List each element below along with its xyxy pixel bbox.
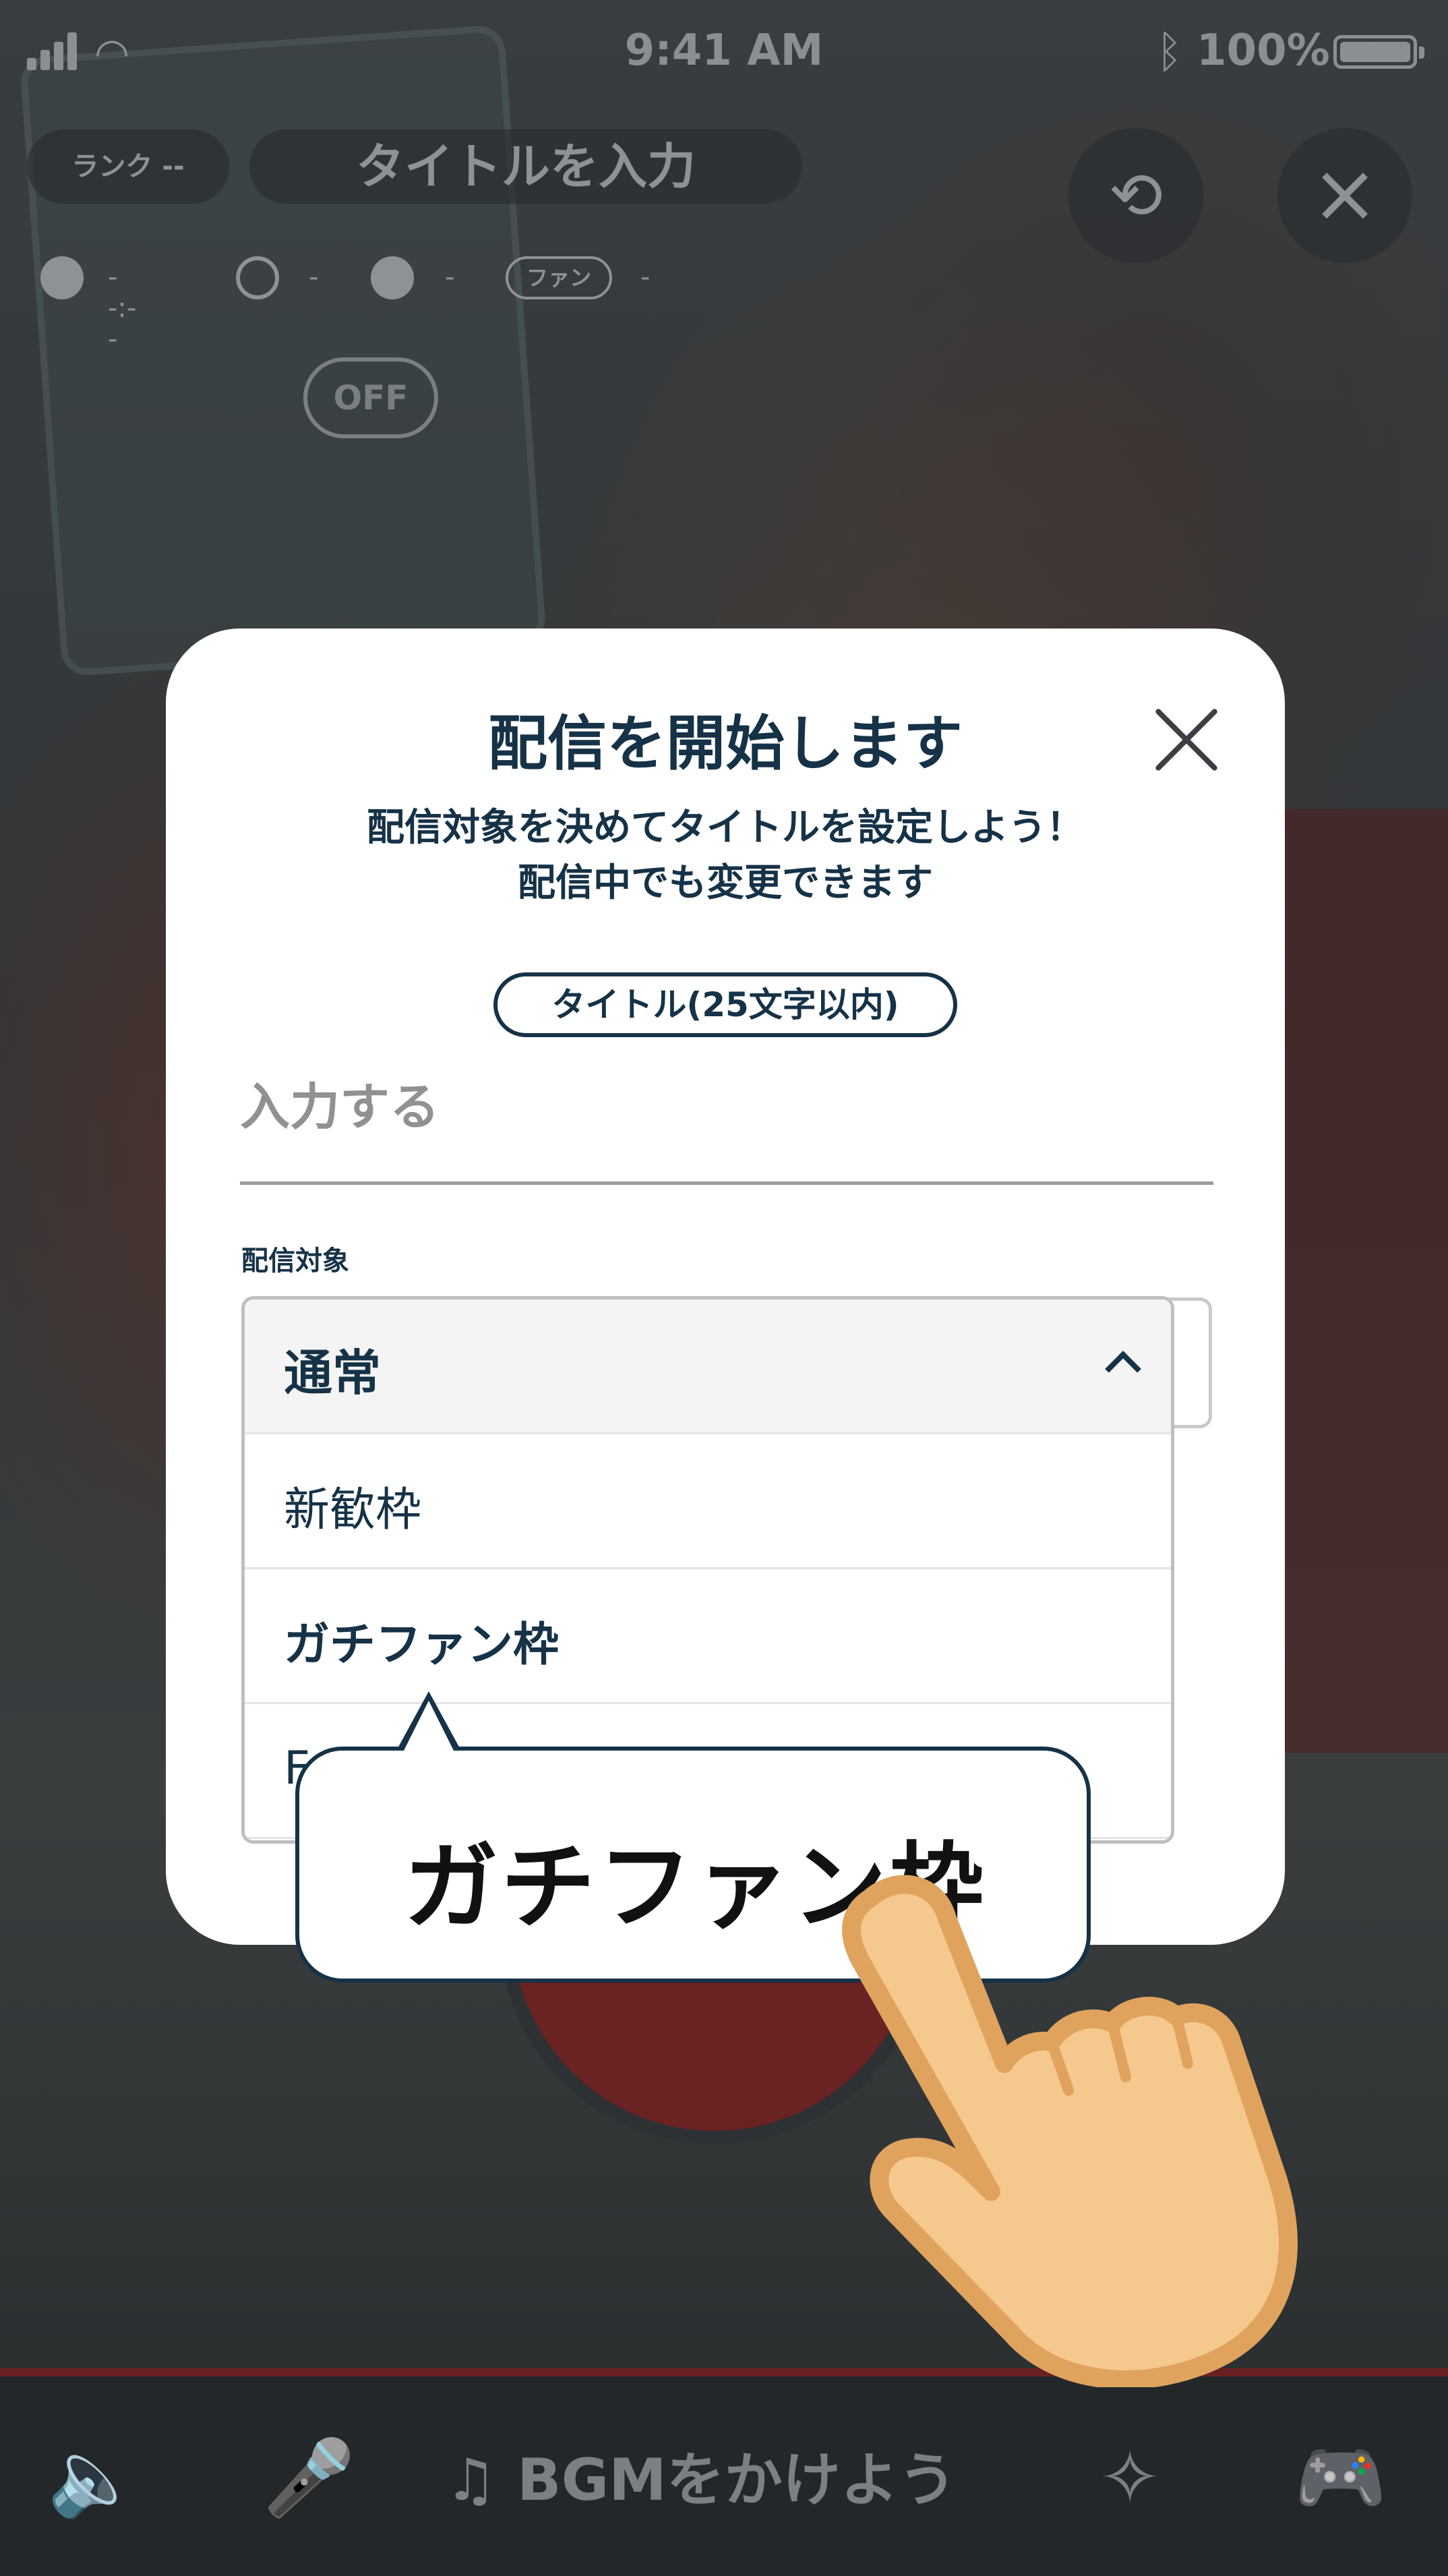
- clock-icon: [40, 256, 84, 299]
- bottom-toolbar: 🔈 🎤 ♫ BGMをかけよう ✧ 🎮: [0, 2376, 1448, 2576]
- time-value: --:--: [108, 262, 137, 355]
- music-note-icon: ♫: [445, 2447, 518, 2514]
- title-input[interactable]: [240, 1074, 1213, 1141]
- comment-icon: [371, 256, 414, 299]
- screen: ◠ 9:41 AM ᛒ 100% ランク -- タイトルを入力 ⟲ × --:-…: [0, 0, 1448, 2576]
- comments-value: -: [445, 262, 455, 293]
- bgm-label: BGMをかけよう: [517, 2447, 957, 2514]
- speaker-icon[interactable]: 🔈: [47, 2437, 140, 2518]
- gamepad-icon[interactable]: 🎮: [1294, 2437, 1387, 2518]
- stream-title-field[interactable]: タイトルを入力: [249, 129, 802, 204]
- title-field-label: タイトル(25文字以内): [493, 972, 957, 1037]
- rank-badge: ランク --: [27, 129, 229, 204]
- option-label: 新歓枠: [284, 1484, 422, 1537]
- bgm-button[interactable]: ♫ BGMをかけよう: [445, 2440, 957, 2521]
- dialog-subtitle-line2: 配信中でも変更できます: [518, 861, 933, 905]
- camera-switch-button[interactable]: ⟲: [1068, 128, 1203, 263]
- fan-value: -: [640, 262, 651, 293]
- close-stream-button[interactable]: ×: [1277, 128, 1412, 263]
- dialog-close-button[interactable]: [1150, 703, 1224, 777]
- dialog-subtitle: 配信対象を決めてタイトルを設定しよう！ 配信中でも変更できます: [166, 800, 1285, 911]
- fan-badge: ファン: [506, 256, 612, 299]
- off-toggle[interactable]: OFF: [303, 357, 438, 438]
- battery-icon: [1333, 35, 1424, 69]
- dropdown-option[interactable]: ガチファン枠: [245, 1569, 1171, 1704]
- dropdown-selected[interactable]: 通常: [245, 1299, 1171, 1434]
- bluetooth-icon: ᛒ: [1156, 26, 1183, 78]
- selected-option-label: 通常: [284, 1345, 382, 1401]
- target-label: 配信対象: [241, 1246, 349, 1277]
- viewers-icon: [236, 256, 279, 299]
- status-bar: ◠ 9:41 AM ᛒ 100%: [0, 0, 1448, 101]
- dialog-subtitle-line1: 配信対象を決めてタイトルを設定しよう！: [367, 806, 1084, 850]
- pointing-hand-icon: [842, 1875, 1298, 2387]
- title-input-underline: [240, 1181, 1213, 1185]
- battery-percent: 100%: [1197, 26, 1330, 76]
- chevron-up-icon: [1105, 1351, 1141, 1387]
- dropdown-option[interactable]: 新歓枠: [245, 1434, 1171, 1569]
- sparkle-icon[interactable]: ✧: [1099, 2437, 1161, 2518]
- close-icon: ×: [1310, 147, 1379, 241]
- viewers-value: -: [309, 262, 319, 293]
- callout-tail-fill: [402, 1701, 456, 1755]
- microphone-icon[interactable]: 🎤: [263, 2437, 355, 2518]
- dialog-title: 配信を開始します: [487, 709, 963, 778]
- option-label: ガチファン枠: [284, 1618, 560, 1672]
- camera-flip-icon: ⟲: [1108, 158, 1164, 233]
